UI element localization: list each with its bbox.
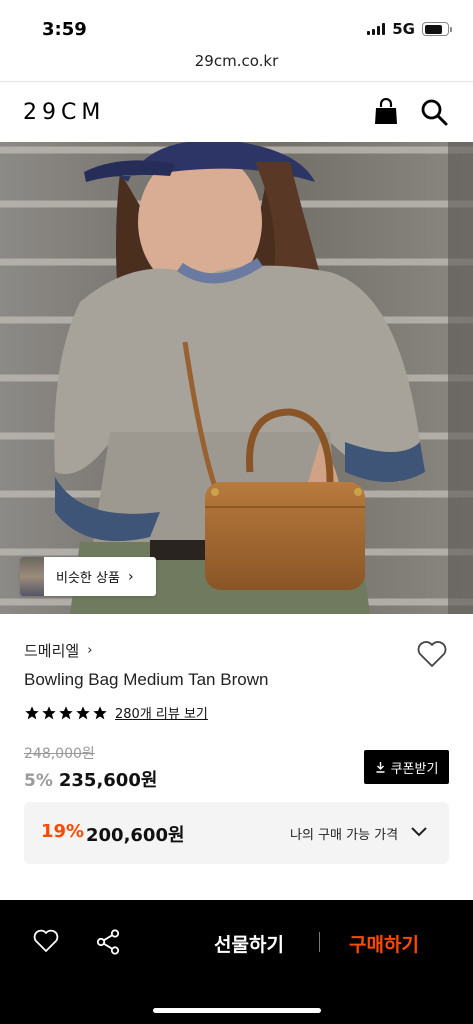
star-icon	[93, 705, 107, 719]
star-icon	[42, 705, 56, 719]
shopping-bag-icon[interactable]	[373, 98, 399, 126]
network-type: 5G	[392, 20, 415, 38]
download-icon	[376, 762, 385, 773]
bottom-action-bar: 선물하기 구매하기	[0, 900, 473, 1024]
star-icon	[59, 705, 73, 719]
reviews-link[interactable]: 280개 리뷰 보기	[115, 703, 208, 722]
best-price-label: 나의 구매 가능 가격	[290, 828, 399, 843]
status-time: 3:59	[42, 19, 87, 40]
product-hero-image[interactable]	[0, 142, 473, 614]
sale-price: 235,600원	[58, 770, 158, 791]
star-rating	[24, 705, 108, 721]
similar-thumbnail	[20, 557, 44, 596]
discount-rate: 5%	[24, 771, 53, 791]
similar-products-label: 비슷한 상품	[56, 571, 120, 586]
search-icon[interactable]	[420, 98, 448, 126]
divider	[319, 932, 320, 952]
status-indicators: 5G	[367, 20, 452, 38]
coupon-button[interactable]: 쿠폰받기	[364, 750, 449, 784]
brand-name: 드메리엘	[24, 642, 80, 660]
chevron-right-icon: ›	[127, 568, 134, 585]
chevron-down-icon	[411, 827, 427, 837]
gift-button[interactable]: 선물하기	[214, 930, 284, 957]
best-discount-rate: 19%	[41, 821, 85, 842]
coupon-label: 쿠폰받기	[390, 761, 439, 777]
site-header: 29CM	[0, 82, 473, 142]
battery-icon	[422, 22, 452, 36]
url-bar[interactable]: 29cm.co.kr	[0, 52, 473, 80]
price-row: 5% 235,600원	[24, 766, 157, 792]
home-indicator[interactable]	[153, 1008, 321, 1013]
brand-link[interactable]: 드메리엘 ›	[24, 640, 92, 661]
rating-row: 280개 리뷰 보기	[24, 703, 208, 722]
site-logo[interactable]: 29CM	[23, 100, 105, 125]
wishlist-heart-icon[interactable]	[416, 640, 448, 668]
original-price: 248,000원	[24, 746, 95, 762]
buy-button[interactable]: 구매하기	[349, 930, 419, 957]
product-name: Bowling Bag Medium Tan Brown	[24, 670, 269, 689]
heart-icon[interactable]	[33, 929, 59, 953]
signal-icon	[367, 23, 386, 35]
chevron-right-icon: ›	[87, 643, 93, 658]
best-price: 200,600원	[86, 825, 185, 846]
similar-products-button[interactable]: 비슷한 상품 ›	[20, 557, 156, 596]
best-price-panel[interactable]: 19% 200,600원 나의 구매 가능 가격	[24, 802, 449, 864]
star-icon	[25, 705, 39, 719]
status-bar: 3:59 5G	[0, 0, 473, 48]
star-icon	[76, 705, 90, 719]
share-icon[interactable]	[96, 929, 120, 955]
